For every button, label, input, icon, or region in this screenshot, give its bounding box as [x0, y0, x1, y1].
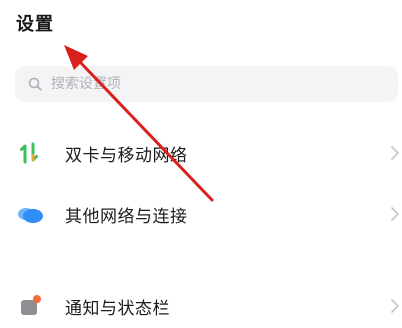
- chevron-right-icon: [388, 143, 402, 163]
- settings-item-label: 双卡与移动网络: [65, 145, 188, 166]
- page-title: 设置: [16, 14, 54, 35]
- settings-item-other-networks[interactable]: 其他网络与连接: [0, 192, 402, 236]
- search-bar[interactable]: [15, 66, 398, 102]
- chevron-right-icon: [388, 204, 402, 224]
- cloud-network-icon: [14, 198, 46, 230]
- chevron-right-icon: [388, 296, 402, 316]
- search-icon: [27, 76, 43, 92]
- settings-item-dual-sim[interactable]: 双卡与移动网络: [0, 131, 402, 175]
- settings-item-label: 其他网络与连接: [65, 206, 188, 227]
- settings-item-label: 通知与状态栏: [65, 298, 170, 319]
- dual-sim-icon: [14, 137, 46, 169]
- settings-item-notifications[interactable]: 通知与状态栏: [0, 284, 402, 328]
- search-input[interactable]: [51, 76, 351, 92]
- notification-icon: [14, 290, 46, 322]
